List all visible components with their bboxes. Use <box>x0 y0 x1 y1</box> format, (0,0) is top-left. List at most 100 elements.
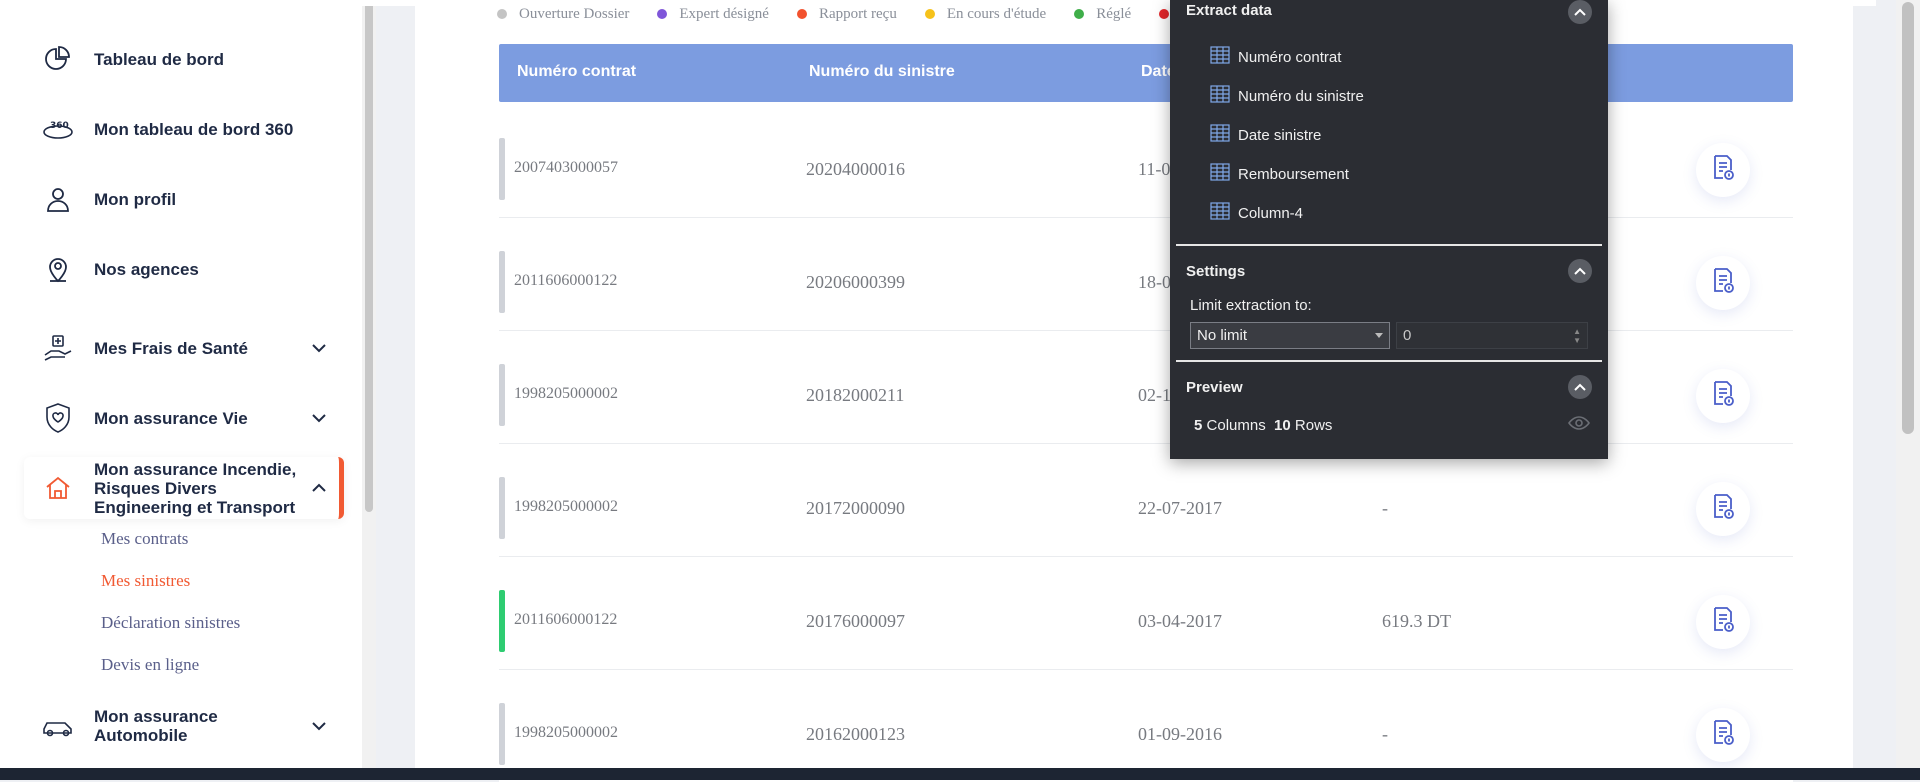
table-column-icon <box>1210 124 1230 146</box>
cell-remboursement: - <box>1382 498 1388 518</box>
chevron-down-icon[interactable] <box>309 408 329 428</box>
status-indicator <box>499 251 505 313</box>
sidebar-item-label: Mon assurance Vie <box>94 408 248 428</box>
preview-rows-count: 10 <box>1274 417 1291 434</box>
status-legend: Ouverture Dossier Expert désigné Rapport r… <box>497 4 1209 24</box>
extract-column-item[interactable]: Column-4 <box>1210 202 1303 224</box>
extract-panel-title: Extract data <box>1186 2 1272 19</box>
legend-dot <box>497 9 507 19</box>
sidebar-subitem-mes-contrats[interactable]: Mes contrats <box>101 529 188 549</box>
sidebar-item-frais-sante[interactable]: Mes Frais de Santé <box>24 330 339 366</box>
home-icon <box>42 472 74 504</box>
view-details-button[interactable] <box>1696 369 1750 423</box>
view-details-button[interactable] <box>1696 256 1750 310</box>
collapse-extract-button[interactable] <box>1568 0 1592 24</box>
legend-item: Réglé <box>1074 6 1131 23</box>
extract-column-label: Remboursement <box>1238 165 1349 183</box>
view-details-button[interactable] <box>1696 143 1750 197</box>
sidebar-item-tableau-360[interactable]: 360 Mon tableau de bord 360 <box>24 112 339 146</box>
chevron-up-icon[interactable] <box>309 478 329 498</box>
sidebar-item-assurance-incendie[interactable]: Mon assurance Incendie, Risques Divers E… <box>24 457 344 519</box>
status-indicator <box>499 138 505 200</box>
limit-number-input[interactable]: 0 ▲ ▼ <box>1396 322 1588 349</box>
view-details-button[interactable] <box>1696 482 1750 536</box>
chevron-up-icon <box>1574 383 1586 391</box>
sidebar-item-label: Mon assurance Automobile <box>94 707 218 745</box>
sidebar-item-label: Mon profil <box>94 189 177 209</box>
cell-remboursement: 619.3 DT <box>1382 611 1451 631</box>
document-view-icon <box>1710 606 1736 639</box>
view-details-button[interactable] <box>1696 708 1750 762</box>
table-column-icon <box>1210 85 1230 107</box>
sinistres-card: Ouverture Dossier Expert désigné Rapport r… <box>415 0 1853 782</box>
status-indicator <box>499 590 505 652</box>
document-view-icon <box>1710 154 1736 187</box>
chevron-up-icon <box>1574 8 1586 16</box>
legend-item: En cours d'étude <box>924 6 1046 23</box>
cell-date-sinistre: 01-09-2016 <box>1138 724 1222 744</box>
sidebar-subitem-mes-sinistres[interactable]: Mes sinistres <box>101 571 190 591</box>
legend-item: Expert désigné <box>657 6 769 23</box>
cell-numero-contrat: 1998205000002 <box>514 724 618 741</box>
eye-icon[interactable] <box>1568 416 1590 435</box>
sidebar-item-label: Mes Frais de Santé <box>94 338 249 358</box>
legend-label: Expert désigné <box>679 5 769 22</box>
spinner-arrows-icon[interactable]: ▲ ▼ <box>1573 327 1581 345</box>
extract-column-item[interactable]: Remboursement <box>1210 163 1349 185</box>
sidebar-item-nos-agences[interactable]: Nos agences <box>24 252 339 286</box>
table-row: 2011606000122 20176000097 03-04-2017 619.3 … <box>499 574 1793 669</box>
sidebar-item-tableau-de-bord[interactable]: Tableau de bord <box>24 42 339 76</box>
chevron-down-icon[interactable] <box>309 338 329 358</box>
settings-title: Settings <box>1186 263 1246 280</box>
sidebar: Tableau de bord 360 Mon tableau de bord … <box>0 0 362 768</box>
cell-numero-sinistre: 20182000211 <box>806 385 905 405</box>
status-indicator <box>499 703 505 765</box>
user-icon <box>42 183 74 215</box>
cell-numero-contrat: 2011606000122 <box>514 611 618 628</box>
sidebar-subitem-declaration-sinistres[interactable]: Déclaration sinistres <box>101 613 240 633</box>
cell-numero-sinistre: 20172000090 <box>806 498 905 518</box>
preview-columns-label: Columns <box>1206 417 1266 434</box>
sidebar-item-mon-profil[interactable]: Mon profil <box>24 182 339 216</box>
column-header-numero-sinistre[interactable]: Numéro du sinistre <box>809 63 955 81</box>
cell-numero-contrat: 2011606000122 <box>514 272 618 289</box>
sidebar-scrollbar[interactable] <box>362 0 376 768</box>
page-scrollbar-thumb[interactable] <box>1902 2 1914 434</box>
chevron-down-icon[interactable] <box>309 716 329 736</box>
sidebar-item-label: Mon assurance Incendie, Risques Divers E… <box>94 459 297 517</box>
table-column-icon <box>1210 46 1230 68</box>
extract-column-label: Column-4 <box>1238 204 1304 222</box>
limit-extraction-select[interactable]: No limit <box>1190 322 1390 349</box>
cell-numero-contrat: 1998205000002 <box>514 498 618 515</box>
legend-dot <box>1159 9 1170 19</box>
sidebar-subitem-devis-en-ligne[interactable]: Devis en ligne <box>101 655 199 675</box>
collapse-preview-button[interactable] <box>1568 375 1592 399</box>
sidebar-item-assurance-vie[interactable]: Mon assurance Vie <box>24 399 339 437</box>
sidebar-item-label: Tableau de bord <box>94 49 225 69</box>
table-column-icon <box>1210 202 1230 224</box>
page-scrollbar[interactable] <box>1896 0 1920 768</box>
cell-remboursement: - <box>1382 724 1388 744</box>
extract-column-item[interactable]: Numéro du sinistre <box>1210 85 1364 107</box>
cell-numero-contrat: 2007403000057 <box>514 159 618 176</box>
sidebar-item-label: Mon tableau de bord 360 <box>94 119 294 139</box>
legend-dot <box>1074 9 1085 19</box>
cell-date-sinistre: 03-04-2017 <box>1138 611 1222 631</box>
collapse-settings-button[interactable] <box>1568 259 1592 283</box>
extract-column-label: Numéro du sinistre <box>1238 87 1364 105</box>
extract-column-item[interactable]: Numéro contrat <box>1210 46 1341 68</box>
chevron-up-icon <box>1574 267 1586 275</box>
document-view-icon <box>1710 380 1736 413</box>
sidebar-scrollbar-thumb[interactable] <box>365 0 373 512</box>
document-view-icon <box>1710 719 1736 752</box>
cell-numero-sinistre: 20206000399 <box>806 272 905 292</box>
document-view-icon <box>1710 267 1736 300</box>
section-divider <box>1176 244 1602 246</box>
extract-column-item[interactable]: Date sinistre <box>1210 124 1321 146</box>
legend-dot <box>657 9 668 19</box>
column-header-numero-contrat[interactable]: Numéro contrat <box>517 63 636 81</box>
shield-heart-icon <box>42 402 74 434</box>
view-details-button[interactable] <box>1696 595 1750 649</box>
sidebar-item-assurance-automobile[interactable]: Mon assurance Automobile <box>24 706 339 746</box>
cell-date-sinistre: 22-07-2017 <box>1138 498 1222 518</box>
